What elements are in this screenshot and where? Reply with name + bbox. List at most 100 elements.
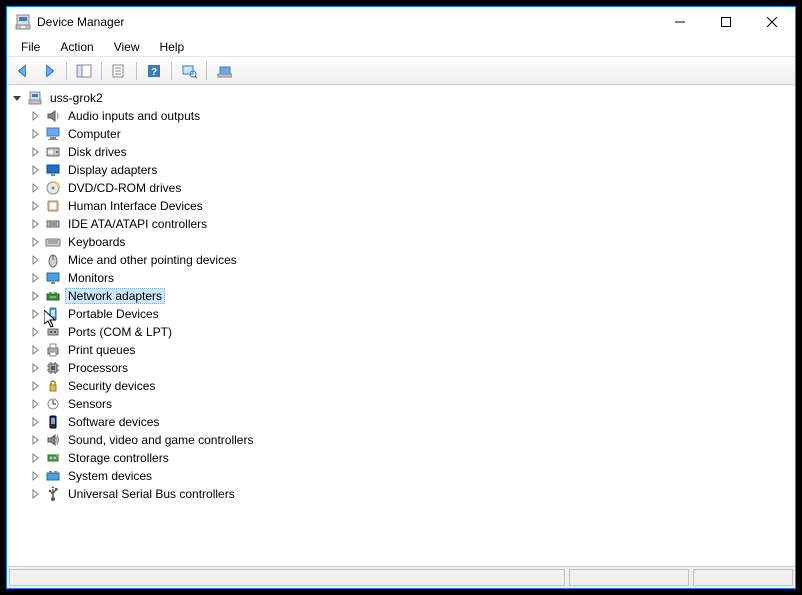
tree-category-label[interactable]: Display adapters	[65, 163, 160, 177]
tree-category-label[interactable]: IDE ATA/ATAPI controllers	[65, 217, 210, 231]
tree-category-label[interactable]: Sound, video and game controllers	[65, 433, 256, 447]
tree-category[interactable]: Display adapters	[27, 161, 793, 179]
tree-category[interactable]: Keyboards	[27, 233, 793, 251]
tree-category-label[interactable]: Print queues	[65, 343, 138, 357]
svg-text:?: ?	[151, 67, 157, 78]
tree-category-label[interactable]: Disk drives	[65, 145, 130, 159]
tree-category-label[interactable]: Monitors	[65, 271, 117, 285]
titlebar[interactable]: Device Manager	[7, 7, 795, 37]
expander-icon[interactable]	[29, 344, 41, 356]
add-legacy-hardware-button[interactable]	[212, 60, 236, 82]
tree-category[interactable]: Monitors	[27, 269, 793, 287]
usb-icon	[45, 486, 61, 502]
tree-category[interactable]: Human Interface Devices	[27, 197, 793, 215]
toolbar-separator	[206, 62, 207, 80]
expander-icon[interactable]	[29, 470, 41, 482]
toolbar: ?	[7, 57, 795, 85]
tree-category[interactable]: Security devices	[27, 377, 793, 395]
expander-icon[interactable]	[29, 164, 41, 176]
tree-category-label[interactable]: Network adapters	[65, 288, 165, 304]
tree-root-node[interactable]: uss-grok2	[9, 89, 793, 107]
tree-category-label[interactable]: Keyboards	[65, 235, 128, 249]
computer-icon	[27, 90, 43, 106]
expander-icon[interactable]	[29, 380, 41, 392]
properties-button[interactable]	[107, 60, 131, 82]
menu-action[interactable]: Action	[52, 39, 101, 55]
tree-category[interactable]: DVD/CD-ROM drives	[27, 179, 793, 197]
tree-category[interactable]: IDE ATA/ATAPI controllers	[27, 215, 793, 233]
display-icon	[45, 162, 61, 178]
menu-help[interactable]: Help	[152, 39, 193, 55]
tree-category-label[interactable]: Storage controllers	[65, 451, 172, 465]
tree-root-label[interactable]: uss-grok2	[47, 91, 106, 105]
tree-category-label[interactable]: Audio inputs and outputs	[65, 109, 203, 123]
expander-icon[interactable]	[29, 398, 41, 410]
tree-category[interactable]: Network adapters	[27, 287, 793, 305]
tree-category[interactable]: Audio inputs and outputs	[27, 107, 793, 125]
expander-icon[interactable]	[29, 236, 41, 248]
maximize-button[interactable]	[703, 7, 749, 37]
tree-category[interactable]: Portable Devices	[27, 305, 793, 323]
expander-icon[interactable]	[29, 308, 41, 320]
tree-category[interactable]: Sound, video and game controllers	[27, 431, 793, 449]
expander-icon[interactable]	[29, 200, 41, 212]
keyboard-icon	[45, 234, 61, 250]
minimize-button[interactable]	[657, 7, 703, 37]
tree-category-label[interactable]: Human Interface Devices	[65, 199, 206, 213]
tree-content[interactable]: uss-grok2 Audio inputs and outputs Compute…	[7, 85, 795, 566]
speaker-icon	[45, 108, 61, 124]
cpu-icon	[45, 360, 61, 376]
tree-category-label[interactable]: Software devices	[65, 415, 162, 429]
expander-icon[interactable]	[29, 488, 41, 500]
expander-icon[interactable]	[29, 434, 41, 446]
computer-icon	[45, 126, 61, 142]
security-icon	[45, 378, 61, 394]
tree-category-label[interactable]: DVD/CD-ROM drives	[65, 181, 184, 195]
expander-icon[interactable]	[29, 146, 41, 158]
tree-category[interactable]: Storage controllers	[27, 449, 793, 467]
help-button[interactable]: ?	[142, 60, 166, 82]
tree-category[interactable]: Processors	[27, 359, 793, 377]
scan-hardware-button[interactable]	[177, 60, 201, 82]
expander-icon[interactable]	[29, 326, 41, 338]
expander-icon[interactable]	[29, 110, 41, 122]
expander-icon[interactable]	[29, 182, 41, 194]
expander-icon[interactable]	[29, 128, 41, 140]
tree-category[interactable]: Print queues	[27, 341, 793, 359]
back-button[interactable]	[11, 60, 35, 82]
tree-category-label[interactable]: Security devices	[65, 379, 158, 393]
tree-category[interactable]: Software devices	[27, 413, 793, 431]
status-cell-3	[693, 569, 793, 586]
expander-icon[interactable]	[29, 416, 41, 428]
printer-icon	[45, 342, 61, 358]
tree-category-label[interactable]: Ports (COM & LPT)	[65, 325, 175, 339]
window-title: Device Manager	[37, 15, 657, 29]
tree-category[interactable]: Computer	[27, 125, 793, 143]
show-hide-tree-button[interactable]	[72, 60, 96, 82]
menubar: File Action View Help	[7, 37, 795, 57]
menu-view[interactable]: View	[106, 39, 148, 55]
expander-icon[interactable]	[29, 272, 41, 284]
expander-icon[interactable]	[11, 92, 23, 104]
tree-category[interactable]: Mice and other pointing devices	[27, 251, 793, 269]
expander-icon[interactable]	[29, 362, 41, 374]
tree-category[interactable]: Universal Serial Bus controllers	[27, 485, 793, 503]
tree-category[interactable]: System devices	[27, 467, 793, 485]
expander-icon[interactable]	[29, 254, 41, 266]
tree-category-label[interactable]: Sensors	[65, 397, 115, 411]
tree-category[interactable]: Sensors	[27, 395, 793, 413]
expander-icon[interactable]	[29, 218, 41, 230]
expander-icon[interactable]	[29, 452, 41, 464]
menu-file[interactable]: File	[13, 39, 48, 55]
forward-button[interactable]	[37, 60, 61, 82]
tree-category-label[interactable]: Portable Devices	[65, 307, 162, 321]
tree-category-label[interactable]: Computer	[65, 127, 124, 141]
expander-icon[interactable]	[29, 290, 41, 302]
tree-category-label[interactable]: Processors	[65, 361, 131, 375]
tree-category-label[interactable]: System devices	[65, 469, 155, 483]
tree-category[interactable]: Ports (COM & LPT)	[27, 323, 793, 341]
tree-category[interactable]: Disk drives	[27, 143, 793, 161]
tree-category-label[interactable]: Universal Serial Bus controllers	[65, 487, 238, 501]
tree-category-label[interactable]: Mice and other pointing devices	[65, 253, 240, 267]
close-button[interactable]	[749, 7, 795, 37]
